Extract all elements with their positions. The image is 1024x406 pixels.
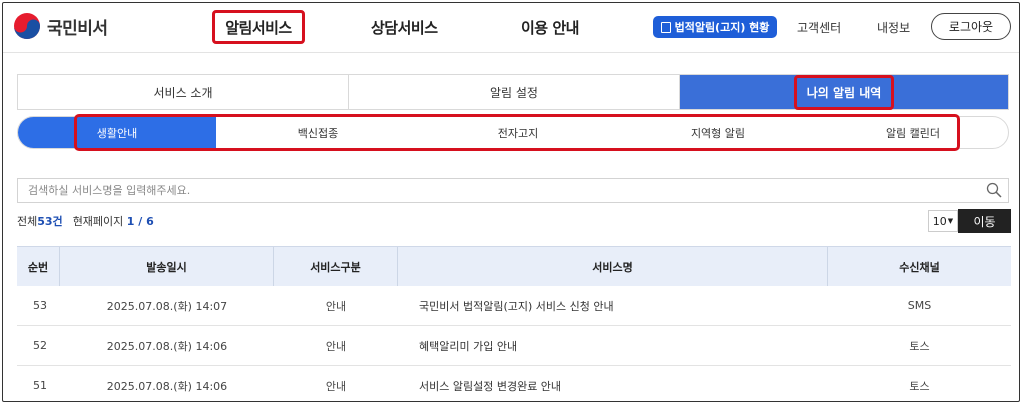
search-box [17, 178, 1009, 203]
total-count: 전체53건 [17, 213, 63, 229]
cell-service-name[interactable]: 혜택알리미 가입 안내 [398, 326, 828, 365]
caret-down-icon: ▼ [947, 217, 954, 225]
cell-sent-date: 2025.07.08.(화) 14:06 [106, 379, 228, 393]
sub-tabs: 생활안내 백신접종 전자고지 지역형 알림 알림 캘린더 [17, 114, 1009, 151]
cell-service-type: 안내 [325, 339, 347, 353]
table-header: 순번 발송일시 서비스구분 서비스명 수신채널 [17, 246, 1011, 286]
header: 국민비서 알림서비스 상담서비스 이용 안내 법적알림(고지) 현황 고객센터 … [3, 3, 1019, 53]
subtab-life-guide[interactable]: 생활안내 [18, 117, 216, 148]
header-service-name: 서비스명 [398, 247, 828, 286]
page-frame: 국민비서 알림서비스 상담서비스 이용 안내 법적알림(고지) 현황 고객센터 … [2, 2, 1020, 402]
table-row[interactable]: 51 2025.07.08.(화) 14:06 안내 서비스 알림설정 변경완료… [17, 366, 1011, 401]
cell-no: 52 [33, 339, 47, 352]
cell-service-type: 안내 [325, 379, 347, 393]
logo[interactable]: 국민비서 [13, 12, 108, 40]
tab-alarm-settings[interactable]: 알림 설정 [349, 75, 680, 109]
cell-sent-date: 2025.07.08.(화) 14:06 [106, 339, 228, 353]
total-label: 전체 [17, 215, 38, 228]
alarm-history-table: 순번 발송일시 서비스구분 서비스명 수신채널 53 2025.07.08.(화… [17, 246, 1011, 401]
subtab-alarm-calendar[interactable]: 알림 캘린더 [818, 117, 1008, 148]
nav-alarm-service[interactable]: 알림서비스 [212, 10, 305, 44]
move-button[interactable]: 이동 [958, 209, 1011, 233]
legal-notice-status-button[interactable]: 법적알림(고지) 현황 [653, 16, 777, 38]
result-info: 전체53건 현재페이지 1 / 6 [17, 213, 154, 229]
page-size-select[interactable]: 10 ▼ [928, 210, 958, 232]
header-service-type: 서비스구분 [274, 247, 398, 286]
cell-no: 53 [33, 299, 47, 312]
cell-channel: 토스 [909, 339, 930, 353]
cell-no: 51 [33, 379, 47, 392]
cell-service-name[interactable]: 서비스 알림설정 변경완료 안내 [398, 366, 828, 401]
subtab-vaccination[interactable]: 백신접종 [218, 117, 418, 148]
cell-service-type: 안내 [325, 299, 347, 313]
my-info-link[interactable]: 내정보 [877, 19, 910, 36]
header-channel: 수신채널 [899, 260, 940, 274]
subtab-electronic-notice[interactable]: 전자고지 [418, 117, 618, 148]
logout-button[interactable]: 로그아웃 [931, 13, 1011, 40]
main-tabs: 서비스 소개 알림 설정 나의 알림 내역 [17, 74, 1009, 110]
cell-channel: 토스 [909, 379, 930, 393]
header-sent-date: 발송일시 [60, 247, 274, 286]
nav-consult-service[interactable]: 상담서비스 [371, 17, 438, 38]
page-size-value: 10 [932, 214, 947, 228]
current-page-value: 1 / 6 [126, 215, 154, 228]
total-count-value: 53건 [37, 215, 63, 228]
cell-service-name[interactable]: 국민비서 법적알림(고지) 서비스 신청 안내 [398, 286, 828, 325]
search-icon[interactable] [986, 182, 1002, 198]
legal-notice-label: 법적알림(고지) 현황 [674, 21, 770, 34]
document-icon [660, 21, 671, 33]
cell-sent-date: 2025.07.08.(화) 14:07 [106, 299, 228, 313]
tab-service-intro[interactable]: 서비스 소개 [18, 75, 349, 109]
logo-text: 국민비서 [47, 18, 108, 39]
table-row[interactable]: 52 2025.07.08.(화) 14:06 안내 혜택알리미 가입 안내 토… [17, 326, 1011, 366]
customer-center-link[interactable]: 고객센터 [797, 19, 841, 36]
nav-usage-guide[interactable]: 이용 안내 [521, 17, 579, 38]
subtab-regional-alarm[interactable]: 지역형 알림 [618, 117, 818, 148]
table-row[interactable]: 53 2025.07.08.(화) 14:07 안내 국민비서 법적알림(고지)… [17, 286, 1011, 326]
tab-my-alarm-history[interactable]: 나의 알림 내역 [680, 74, 1008, 110]
taegeuk-logo-icon [14, 13, 40, 39]
current-page-label: 현재페이지 [72, 215, 124, 228]
cell-channel: SMS [907, 299, 932, 312]
tab-my-alarm-history-label: 나의 알림 내역 [793, 74, 895, 110]
header-no: 순번 [17, 247, 60, 286]
current-page: 현재페이지 1 / 6 [73, 213, 154, 229]
search-input[interactable] [18, 179, 968, 202]
